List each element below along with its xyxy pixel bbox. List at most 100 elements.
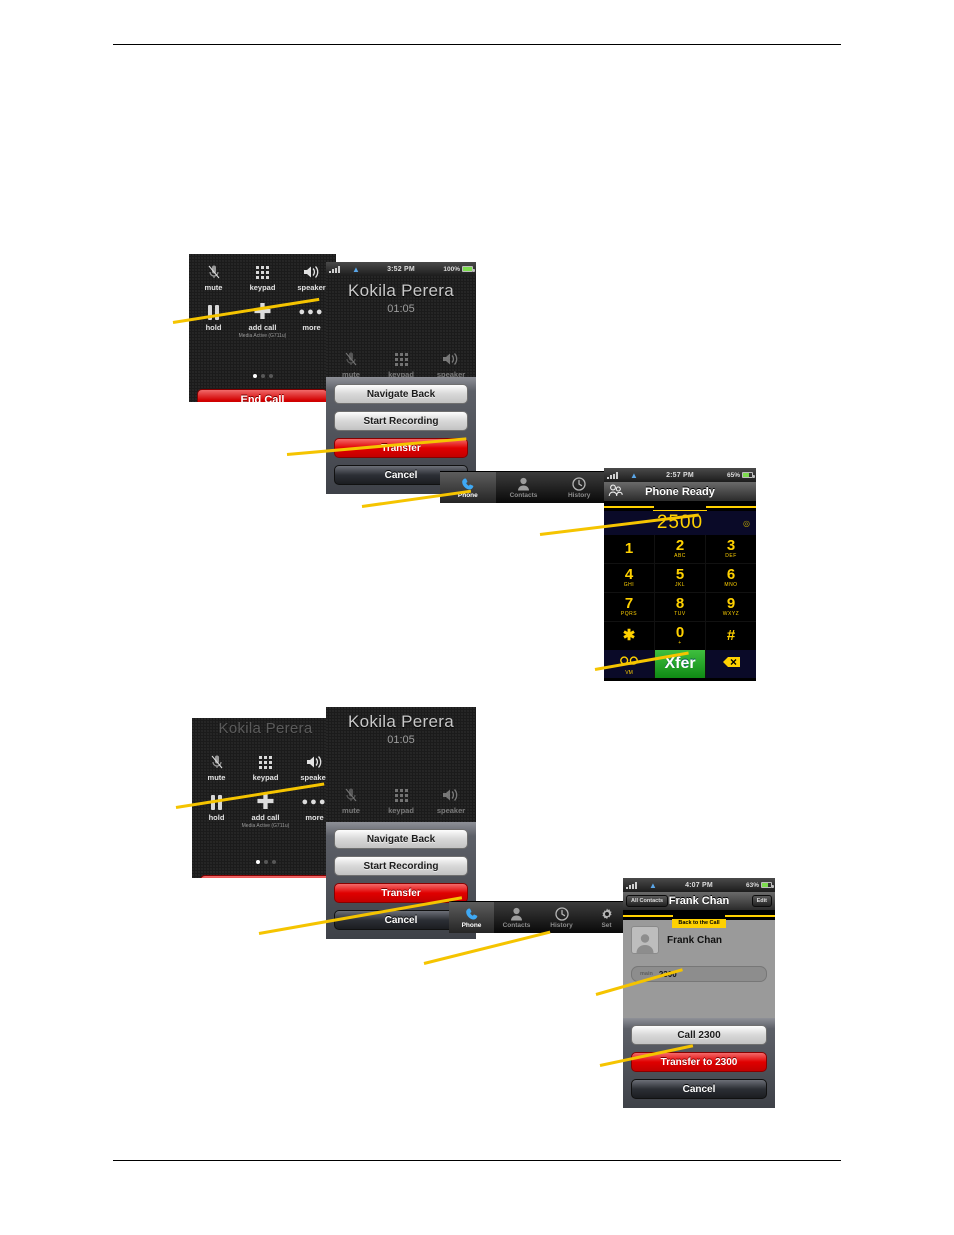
dialpad-nav-title: Phone Ready — [645, 485, 715, 498]
dial-key-0[interactable]: 0 + — [655, 622, 705, 650]
clear-circle-icon[interactable]: ◎ — [743, 519, 751, 528]
speaker-button-b[interactable]: speaker — [426, 345, 476, 379]
contacts-people-icon[interactable] — [608, 484, 623, 501]
hold-label: hold — [208, 813, 225, 822]
keypad-button-a[interactable]: keypad — [238, 258, 287, 292]
dial-key-8[interactable]: 8 TUV — [655, 593, 705, 621]
keypad-grid-icon — [241, 752, 290, 772]
backspace-icon — [722, 655, 741, 673]
tab-settings-label-b: Set — [601, 921, 612, 929]
mute-label: mute — [204, 283, 223, 292]
call-duration-b: 01:05 — [387, 303, 415, 315]
speaker-icon — [426, 785, 476, 805]
dial-key-letters: + — [678, 640, 682, 646]
tab-phone-b[interactable]: Phone — [449, 902, 494, 933]
mute-label: mute — [342, 806, 360, 815]
speaker-icon — [426, 349, 476, 369]
person-icon — [517, 477, 530, 492]
contact-body: Frank Chan main 2300 — [623, 920, 775, 1015]
statusbar-contact: ▲ 4:07 PM 63% — [623, 878, 775, 892]
mute-microphone-icon — [189, 262, 238, 282]
tab-contacts-a[interactable]: Contacts — [496, 472, 552, 503]
mute-button-a[interactable]: mute — [189, 258, 238, 292]
hold-label: hold — [205, 323, 222, 332]
dial-key-4[interactable]: 4 GHI — [604, 564, 654, 592]
statusbar-time-dialpad: 2:57 PM — [666, 471, 694, 479]
phone-handset-icon — [465, 907, 479, 922]
all-contacts-back-button[interactable]: All Contacts — [626, 895, 669, 907]
start-recording-button[interactable]: Start Recording — [334, 856, 468, 876]
mute-button-d[interactable]: mute — [326, 781, 376, 815]
dial-key-digit: # — [726, 627, 736, 644]
cancel-button[interactable]: Cancel — [334, 910, 468, 930]
dial-key-digit: 9 — [726, 595, 736, 612]
tab-contacts-b[interactable]: Contacts — [494, 902, 539, 933]
statusbar-dialpad: ▲ 2:57 PM 65% — [604, 468, 756, 482]
contact-action-sheet: Call 2300 Transfer to 2300 Cancel — [623, 1018, 775, 1108]
dial-key-letters: GHI — [623, 582, 635, 588]
dial-key-digit: 8 — [675, 595, 685, 612]
tab-contacts-label-a: Contacts — [509, 491, 538, 499]
dial-key-7[interactable]: 7 PQRS — [604, 593, 654, 621]
backspace-button[interactable] — [706, 650, 756, 678]
clock-icon — [554, 907, 569, 922]
dial-key-digit: 4 — [624, 566, 634, 583]
navigate-back-button[interactable]: Navigate Back — [334, 829, 468, 849]
dial-key-2[interactable]: 2 ABC — [655, 535, 705, 563]
battery-icon — [742, 472, 755, 478]
tab-history-b[interactable]: History — [539, 902, 584, 933]
navigate-back-button[interactable]: Navigate Back — [334, 384, 468, 404]
dial-key-digit: 5 — [675, 566, 685, 583]
keypad-grid-icon — [238, 262, 287, 282]
dial-key-star[interactable]: ✱ — [604, 622, 654, 650]
add-call-label: add call — [248, 323, 277, 332]
dial-key-digit: 2 — [675, 537, 685, 554]
keypad-grid-icon — [376, 349, 426, 369]
dial-key-letters: PQRS — [620, 611, 638, 617]
back-to-call-banner-dialpad[interactable]: Back to the Call — [604, 502, 756, 519]
gear-icon — [600, 907, 614, 922]
dial-key-9[interactable]: 9 WXYZ — [706, 593, 756, 621]
end-call-button-a[interactable]: End Call — [197, 389, 328, 402]
speaker-button-d[interactable]: speaker — [426, 781, 476, 815]
contact-name: Frank Chan — [667, 934, 723, 946]
dial-key-5[interactable]: 5 JKL — [655, 564, 705, 592]
statusbar-time-b: 3:52 PM — [387, 265, 415, 273]
battery-icon — [462, 266, 475, 272]
dial-key-digit: ✱ — [622, 627, 636, 644]
dial-key-letters: ABC — [674, 553, 686, 559]
edit-button[interactable]: Edit — [751, 895, 772, 907]
keypad-button-b[interactable]: keypad — [376, 345, 426, 379]
dial-key-3[interactable]: 3 DEF — [706, 535, 756, 563]
keypad-button-c[interactable]: keypad — [241, 748, 290, 782]
dial-key-hash[interactable]: # — [706, 622, 756, 650]
mute-button-c[interactable]: mute — [192, 748, 241, 782]
back-to-call-banner-contact[interactable]: Back to the Call — [623, 911, 775, 928]
dial-key-digit: 1 — [624, 540, 634, 557]
start-recording-button[interactable]: Start Recording — [334, 411, 468, 431]
dial-key-6[interactable]: 6 MNO — [706, 564, 756, 592]
tab-contacts-label-b: Contacts — [502, 921, 531, 929]
page-rule-top — [113, 44, 841, 45]
end-call-button-c[interactable]: End Call — [200, 875, 331, 878]
tab-phone-a[interactable]: Phone — [440, 472, 496, 503]
dial-key-digit: 6 — [726, 566, 736, 583]
cancel-button[interactable]: Cancel — [631, 1079, 767, 1099]
incall-screen-b: ▲ 3:52 PM 100% Kokila Perera 01:05 mute — [326, 262, 476, 494]
tabbar-a: Phone Contacts History — [440, 471, 607, 503]
page-dots-c — [192, 851, 339, 869]
mute-microphone-icon — [326, 785, 376, 805]
tab-phone-label-b: Phone — [461, 921, 482, 929]
dial-key-1[interactable]: 1 — [604, 535, 654, 563]
battery-icon — [761, 882, 774, 888]
keypad-grid-icon — [376, 785, 426, 805]
keypad-button-d[interactable]: keypad — [376, 781, 426, 815]
callee-name-b: Kokila Perera — [348, 281, 454, 300]
call-2300-button[interactable]: Call 2300 — [631, 1025, 767, 1045]
tab-history-a[interactable]: History — [551, 472, 607, 503]
dial-key-digit: 3 — [726, 537, 736, 554]
page-dots-a — [189, 365, 336, 383]
mute-button-b[interactable]: mute — [326, 345, 376, 379]
speaker-label: speaker — [436, 806, 466, 815]
dial-key-letters: JKL — [674, 582, 686, 588]
